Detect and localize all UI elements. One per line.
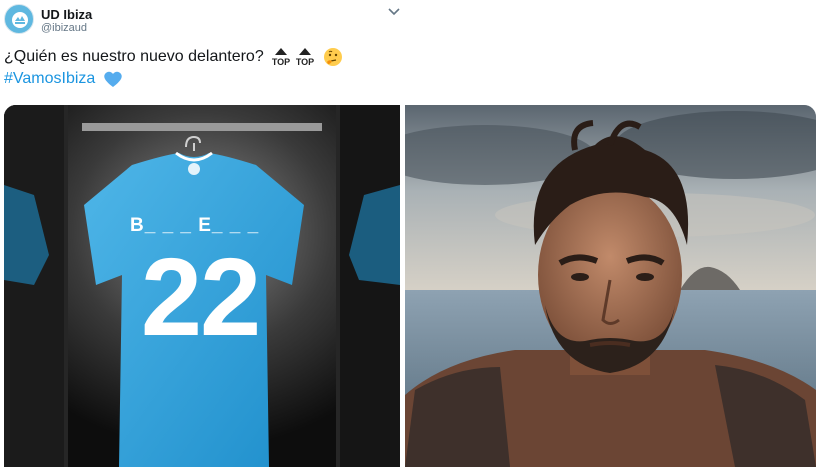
emoji-top-label: TOP: [272, 57, 290, 67]
jersey-number-label: 22: [141, 236, 259, 359]
top-arrow-emoji: TOP: [296, 47, 314, 67]
profile-avatar[interactable]: [4, 4, 34, 34]
thinking-face-emoji: [323, 47, 342, 66]
top-arrow-emoji: TOP: [272, 47, 290, 67]
account-name[interactable]: UD Ibiza: [41, 7, 92, 22]
media-image-selfie[interactable]: [405, 105, 816, 467]
blue-heart-emoji: [104, 71, 122, 87]
jersey-illustration: B_ _ _ E_ _ _ 22: [4, 105, 400, 467]
ud-ibiza-crest-icon: [8, 8, 32, 32]
emoji-top-label: TOP: [296, 57, 314, 67]
tweet-body: ¿Quién es nuestro nuevo delantero? TOP T…: [4, 46, 343, 68]
tweet-text: ¿Quién es nuestro nuevo delantero?: [4, 48, 264, 65]
chevron-down-icon[interactable]: [386, 5, 402, 19]
hashtag-link[interactable]: #VamosIbiza: [4, 70, 95, 87]
hashtag-line: #VamosIbiza: [4, 68, 123, 90]
account-handle[interactable]: @ibizaud: [41, 22, 87, 34]
jersey-name-label: B_ _ _ E_ _ _: [130, 215, 259, 236]
media-image-jersey[interactable]: B_ _ _ E_ _ _ 22: [4, 105, 400, 467]
tweet-header: UD Ibiza @ibizaud: [0, 0, 820, 40]
selfie-photo: [405, 105, 816, 467]
